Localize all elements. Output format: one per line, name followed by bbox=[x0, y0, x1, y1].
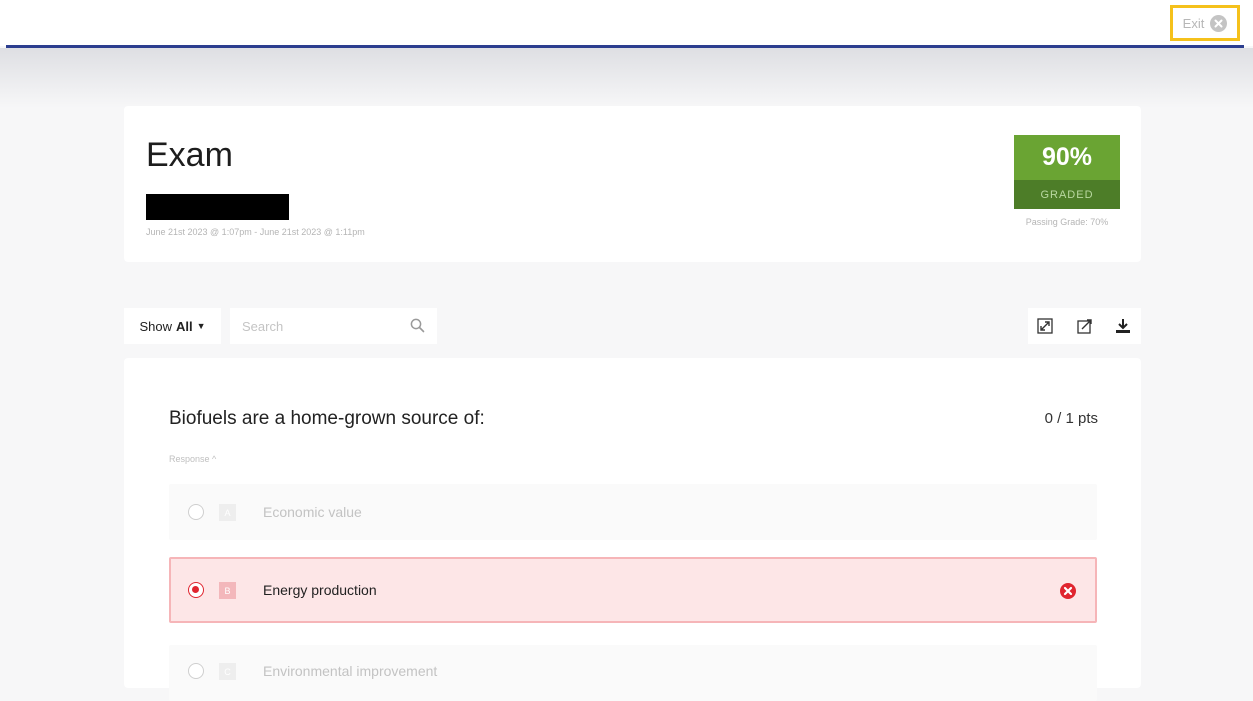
radio-button[interactable] bbox=[188, 504, 204, 520]
page-title: Exam bbox=[146, 136, 233, 174]
passing-grade: Passing Grade: 70% bbox=[1025, 217, 1109, 227]
collapse-icon[interactable] bbox=[1076, 317, 1094, 335]
exit-label: Exit bbox=[1182, 15, 1205, 31]
download-icon[interactable] bbox=[1114, 317, 1132, 335]
date-range: June 21st 2023 @ 1:07pm - June 21st 2023… bbox=[146, 227, 365, 237]
response-toggle[interactable]: Response ^ bbox=[169, 454, 216, 464]
answer-option[interactable]: A Economic value bbox=[169, 484, 1097, 540]
option-text: Environmental improvement bbox=[263, 663, 438, 679]
redacted-name bbox=[146, 194, 289, 220]
view-tools bbox=[1028, 308, 1141, 344]
expand-icon[interactable] bbox=[1036, 317, 1054, 335]
search-icon[interactable] bbox=[410, 318, 425, 338]
incorrect-icon bbox=[1059, 582, 1077, 605]
search-box bbox=[230, 308, 437, 344]
score-value: 90% bbox=[1014, 135, 1120, 180]
exit-button[interactable]: Exit bbox=[1170, 5, 1240, 41]
close-circle-icon bbox=[1210, 14, 1228, 32]
score-status: GRADED bbox=[1014, 180, 1120, 209]
search-input[interactable] bbox=[230, 308, 400, 344]
radio-button-selected[interactable] bbox=[188, 582, 204, 598]
exam-header-card: Exam June 21st 2023 @ 1:07pm - June 21st… bbox=[124, 106, 1141, 262]
question-points: 0 / 1 pts bbox=[1044, 410, 1098, 427]
answer-option-selected[interactable]: B Energy production bbox=[169, 557, 1097, 623]
header-shadow bbox=[0, 48, 1253, 108]
show-label: Show bbox=[139, 318, 172, 334]
radio-button[interactable] bbox=[188, 663, 204, 679]
option-letter: C bbox=[219, 663, 236, 680]
option-text: Economic value bbox=[263, 504, 362, 520]
show-filter-dropdown[interactable]: Show All ▼ bbox=[124, 308, 221, 344]
option-letter: B bbox=[219, 582, 236, 599]
question-card: Biofuels are a home-grown source of: 0 /… bbox=[124, 358, 1141, 701]
filter-bar: Show All ▼ bbox=[124, 308, 1141, 344]
score-badge: 90% GRADED bbox=[1014, 135, 1120, 209]
question-text: Biofuels are a home-grown source of: bbox=[169, 408, 485, 429]
top-bar: Exit bbox=[0, 0, 1253, 46]
answer-option[interactable]: C Environmental improvement bbox=[169, 645, 1097, 701]
show-value: All bbox=[175, 318, 193, 334]
option-text: Energy production bbox=[263, 582, 377, 598]
caret-down-icon: ▼ bbox=[196, 321, 206, 331]
option-letter: A bbox=[219, 504, 236, 521]
